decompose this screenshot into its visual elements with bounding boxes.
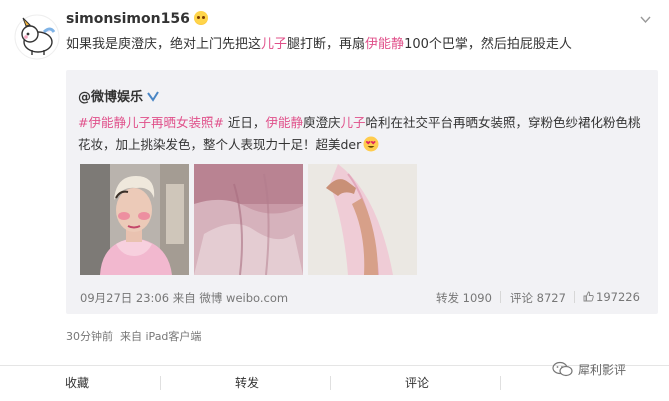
thumbs-up-icon: [583, 291, 594, 302]
repost-body: #伊能静儿子再晒女装照# 近日，伊能静庾澄庆儿子哈利在社交平台再晒女装照，穿粉色…: [78, 112, 643, 156]
post-timestamp[interactable]: 30分钟前: [66, 330, 113, 343]
verified-badge-icon: [147, 91, 159, 102]
post-meta: 30分钟前 来自 iPad客户端: [66, 328, 201, 344]
post-text-part: 腿打断，再扇: [287, 37, 366, 52]
post-text-part: 如果我是庾澄庆，绝对上门先把这: [66, 37, 262, 52]
photo-thumbnail-portrait[interactable]: [80, 164, 189, 275]
watermark: 犀利影评: [552, 360, 626, 378]
like-count-button[interactable]: 197226: [583, 290, 640, 304]
post-username[interactable]: simonsimon156: [66, 11, 208, 27]
comment-count-button[interactable]: 评论 8727: [510, 290, 566, 306]
repost-meta: 09月27日 23:06 来自 微博 weibo.com: [80, 290, 288, 306]
watermark-text: 犀利影评: [578, 363, 627, 377]
wechat-icon: [552, 361, 573, 377]
repost-count-button[interactable]: 转发 1090: [436, 290, 492, 306]
highlight-keyword[interactable]: 儿子: [261, 37, 287, 52]
action-separator: [330, 376, 331, 390]
chevron-down-icon[interactable]: [640, 14, 651, 25]
crying-face-icon: [193, 11, 208, 25]
highlight-keyword[interactable]: 伊能静: [265, 115, 303, 130]
forward-button[interactable]: 转发: [235, 374, 259, 391]
stat-separator: [574, 291, 575, 303]
heart-eyes-emoji-icon: [363, 136, 379, 152]
action-separator: [500, 376, 501, 390]
post-body: 如果我是庾澄庆，绝对上门先把这儿子腿打断，再扇伊能静100个巴掌，然后拍屁股走人: [66, 35, 572, 55]
user-avatar[interactable]: [14, 14, 60, 60]
repost-source: 来自 微博 weibo.com: [172, 291, 289, 305]
comment-button[interactable]: 评论: [405, 374, 429, 391]
post-source: 来自 iPad客户端: [120, 330, 202, 343]
favorite-button[interactable]: 收藏: [65, 374, 89, 391]
post-text-part: 100个巴掌，然后拍屁股走人: [404, 37, 572, 52]
repost-author[interactable]: @微博娱乐: [78, 86, 159, 105]
hashtag-link[interactable]: #伊能静儿子再晒女装照#: [78, 115, 224, 130]
like-count: 197226: [596, 290, 640, 304]
repost-author-name[interactable]: @微博娱乐: [78, 90, 143, 105]
username-text[interactable]: simonsimon156: [66, 11, 190, 27]
photo-thumbnail-arm[interactable]: [308, 164, 417, 275]
highlight-keyword[interactable]: 伊能静: [365, 37, 404, 52]
repost-text-part: 庾澄庆: [302, 115, 341, 130]
stat-separator: [500, 291, 501, 303]
photo-thumbnail-dress[interactable]: [194, 164, 303, 275]
highlight-keyword[interactable]: 儿子: [340, 115, 365, 130]
action-separator: [160, 376, 161, 390]
reposted-weibo[interactable]: @微博娱乐 #伊能静儿子再晒女装照# 近日，伊能静庾澄庆儿子哈利在社交平台再晒女…: [66, 70, 658, 314]
repost-date[interactable]: 09月27日 23:06: [80, 291, 169, 305]
repost-text-part: 近日，: [223, 115, 266, 130]
